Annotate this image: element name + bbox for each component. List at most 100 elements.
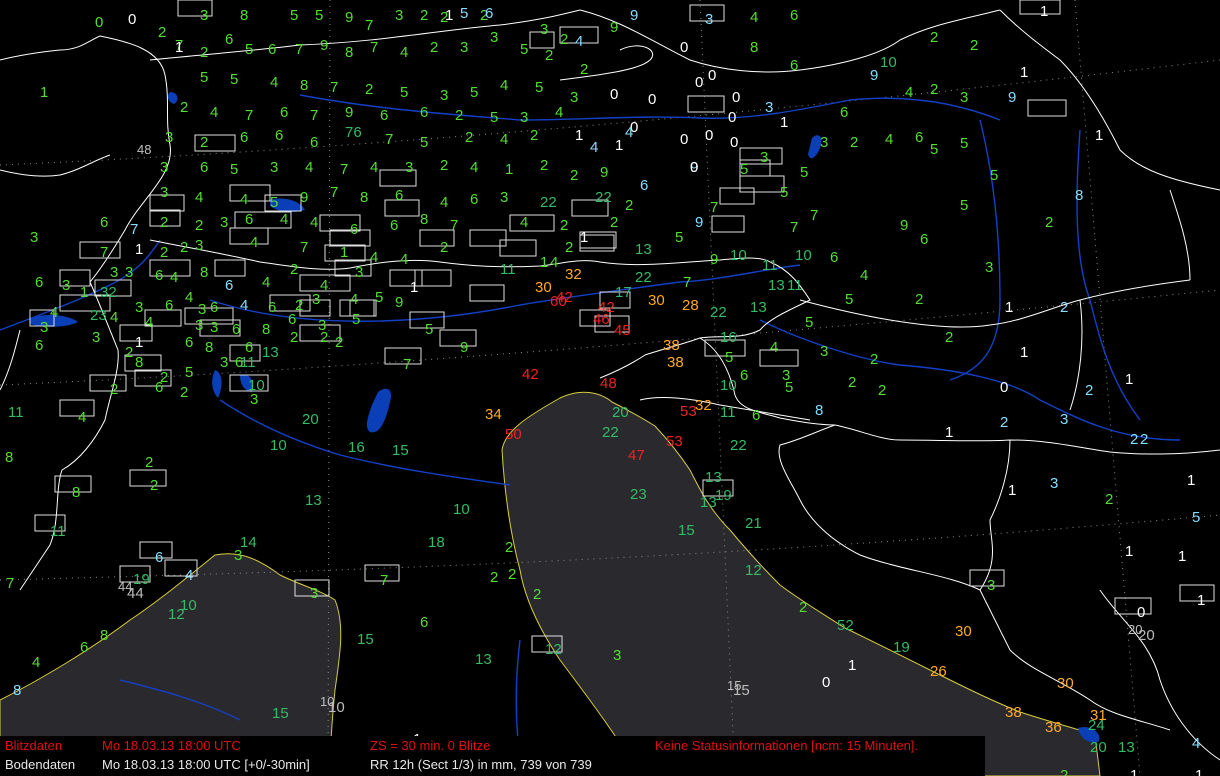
precip-value: 0 <box>695 74 703 91</box>
precip-value: 1 <box>135 334 143 351</box>
precip-value: 7 <box>810 207 818 224</box>
precip-value: 2 <box>848 374 856 391</box>
precip-value: 1 <box>1095 127 1103 144</box>
precip-value: 5 <box>470 84 478 101</box>
precip-value: 7 <box>6 575 14 592</box>
precip-value: 4 <box>320 277 328 294</box>
precip-value-extreme: 47 <box>628 447 645 464</box>
precip-value: 4 <box>78 409 86 426</box>
precip-value: 7 <box>710 199 718 216</box>
precip-value-high: 32 <box>565 266 582 283</box>
precip-value: 4 <box>370 159 378 176</box>
precip-value: 7 <box>380 572 388 589</box>
precip-value: 8 <box>345 44 353 61</box>
precip-value: 2 <box>560 31 568 48</box>
precip-value: 2 <box>290 261 298 278</box>
precip-value: 7 <box>330 184 338 201</box>
precip-value: 0 <box>730 134 738 151</box>
precip-value: 9 <box>870 67 878 84</box>
ground-data-label: Bodendaten <box>5 757 76 772</box>
precip-value: 2 <box>560 217 568 234</box>
precip-value: 1 <box>1020 344 1028 361</box>
precip-value: 8 <box>5 449 13 466</box>
precip-value: 5 <box>460 5 468 22</box>
precip-value: 3 <box>30 229 38 246</box>
precip-value: 6 <box>790 57 798 74</box>
precip-value: 6 <box>155 549 163 566</box>
precip-value: 20 <box>1138 627 1155 644</box>
precip-value: 6 <box>640 177 648 194</box>
precip-value: 18 <box>428 534 445 551</box>
precip-value: 6 <box>200 159 208 176</box>
precip-value: 1 <box>945 424 953 441</box>
precip-value: 16 <box>348 439 365 456</box>
precip-value: 2 <box>195 217 203 234</box>
precip-value: 2 <box>1140 431 1148 448</box>
precip-value: 6 <box>390 217 398 234</box>
precip-value: 2 <box>158 24 166 41</box>
precip-value: 3 <box>760 149 768 166</box>
precip-value: 1 <box>780 114 788 131</box>
precip-value: 2 <box>365 81 373 98</box>
precip-value: 1 <box>175 39 183 56</box>
precip-value: 6 <box>268 299 276 316</box>
precip-value: 7 <box>130 221 138 238</box>
precip-value: 1 <box>848 657 856 674</box>
precip-value: 23 <box>630 486 647 503</box>
precip-value: 2 <box>110 381 118 398</box>
precip-value: 6 <box>915 129 923 146</box>
precip-value-extreme: 50 <box>505 426 522 443</box>
precip-value-extreme: 46 <box>593 311 610 328</box>
status-info: Keine Statusinformationen [ncm: 15 Minut… <box>655 738 919 753</box>
grid-label-48: 48 <box>137 142 151 157</box>
precip-value: 13 <box>705 469 722 486</box>
precip-value: 4 <box>860 267 868 284</box>
precip-value: 5 <box>675 229 683 246</box>
precip-value: 3 <box>110 264 118 281</box>
precip-value: 10 <box>730 247 747 264</box>
precip-value: 2 <box>430 39 438 56</box>
precip-value: 6 <box>830 249 838 266</box>
precip-value: 2 <box>545 47 553 64</box>
precip-value: 9 <box>460 339 468 356</box>
precip-value: 22 <box>730 437 747 454</box>
precip-value: 2 <box>625 197 633 214</box>
precip-value: 1 <box>1197 592 1205 609</box>
precip-value: 7 <box>385 131 393 148</box>
precip-value: 5 <box>420 134 428 151</box>
precip-value: 13 <box>475 651 492 668</box>
precip-value: 9 <box>395 294 403 311</box>
precip-value-high: 28 <box>682 297 699 314</box>
precip-value: 2 <box>1060 299 1068 316</box>
precip-value: 3 <box>135 299 143 316</box>
precip-value: 1 <box>410 279 418 296</box>
precip-value-extreme: 45 <box>614 322 631 339</box>
precip-value: 20 <box>302 411 319 428</box>
precip-value: 12 <box>545 641 562 658</box>
precip-value: 0 <box>95 14 103 31</box>
precip-value: 44 <box>127 585 144 602</box>
precip-value-extreme: 48 <box>600 375 617 392</box>
precip-value: 1 <box>445 7 453 24</box>
precip-value: 2 <box>290 329 298 346</box>
precip-value: 4 <box>905 84 913 101</box>
precip-value: 3 <box>460 39 468 56</box>
precip-value: 2 <box>160 214 168 231</box>
precip-value: 1 <box>1178 548 1186 565</box>
precip-value: 8 <box>13 682 21 699</box>
precip-value: 7 <box>365 17 373 34</box>
precip-value: 4 <box>270 74 278 91</box>
precip-value: 4 <box>240 297 248 314</box>
precip-value: 7 <box>370 39 378 56</box>
precip-value: 6 <box>380 107 388 124</box>
precip-value: 6 <box>225 31 233 48</box>
precip-value: 14 <box>240 534 257 551</box>
precip-value: 4 <box>590 139 598 156</box>
precip-value: 15 <box>392 442 409 459</box>
precip-value: 5 <box>990 167 998 184</box>
precip-value: 16 <box>720 329 737 346</box>
precip-value: 15 <box>357 631 374 648</box>
precip-value: 9 <box>345 104 353 121</box>
precip-value: 9 <box>630 7 638 24</box>
precip-value: 3 <box>570 89 578 106</box>
